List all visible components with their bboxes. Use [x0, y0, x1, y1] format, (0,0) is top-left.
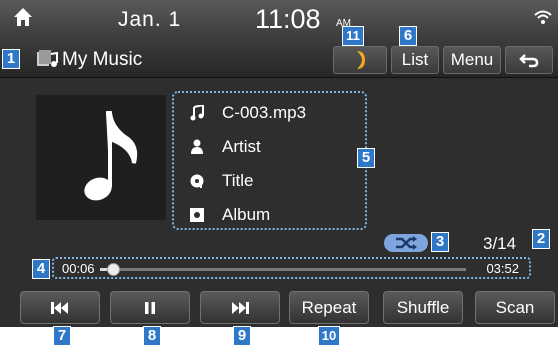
callout-11: 11 [342, 26, 364, 46]
album-art [36, 95, 166, 220]
home-icon[interactable] [12, 6, 34, 28]
music-source-icon [37, 50, 58, 67]
callout-2: 2 [532, 229, 550, 249]
source-title: My Music [62, 49, 143, 70]
previous-track-button[interactable] [20, 291, 100, 324]
shuffle-indicator [384, 234, 428, 252]
pause-icon [145, 302, 155, 314]
repeat-button[interactable]: Repeat [289, 291, 369, 324]
progress-bar[interactable]: 00:06 03:52 [52, 257, 531, 279]
skip-previous-icon [51, 302, 68, 314]
title-disc-icon [190, 174, 204, 188]
title-bar: My Music List Menu [0, 40, 558, 78]
callout-8: 8 [143, 326, 161, 346]
song-title: Title [222, 171, 254, 190]
music-player-screen: Jan. 1 11:08 AM My Music List Menu C-003… [0, 0, 558, 327]
album-name: Album [222, 205, 271, 224]
callout-6: 6 [399, 26, 417, 46]
total-time: 03:52 [486, 261, 519, 276]
skip-next-icon [232, 302, 249, 314]
artist-name: Artist [222, 137, 261, 156]
callout-4: 4 [32, 259, 50, 279]
back-arrow-icon [519, 54, 539, 68]
back-button[interactable] [505, 46, 553, 74]
music-note-small-icon [190, 105, 204, 121]
pause-button[interactable] [110, 291, 190, 324]
track-counter: 3/14 [483, 234, 517, 253]
callout-5: 5 [357, 148, 375, 168]
status-date: Jan. 1 [118, 8, 182, 31]
album-icon [190, 208, 204, 222]
music-note-icon [84, 111, 138, 201]
callout-9: 9 [233, 326, 251, 346]
artist-icon [191, 139, 203, 154]
scan-button[interactable]: Scan [475, 291, 555, 324]
status-time: 11:08 [255, 4, 321, 34]
shuffle-button[interactable]: Shuffle [383, 291, 463, 324]
progress-knob[interactable] [106, 263, 120, 276]
file-name: C-003.mp3 [222, 103, 307, 122]
wifi-signal-icon [534, 10, 552, 24]
callout-1: 1 [2, 49, 20, 69]
status-bar: Jan. 1 11:08 AM [0, 0, 558, 40]
menu-button[interactable]: Menu [443, 46, 501, 74]
list-button[interactable]: List [391, 46, 439, 74]
phone-projection-button[interactable] [333, 46, 387, 74]
shuffle-icon [396, 236, 417, 250]
track-info-panel: C-003.mp3 Artist Title Album [172, 91, 367, 230]
phone-projection-icon [357, 51, 365, 69]
progress-track[interactable] [100, 263, 466, 276]
next-track-button[interactable] [200, 291, 280, 324]
callout-10: 10 [318, 326, 340, 346]
callout-7: 7 [53, 326, 71, 346]
callout-3: 3 [431, 232, 449, 252]
elapsed-time: 00:06 [62, 261, 95, 276]
